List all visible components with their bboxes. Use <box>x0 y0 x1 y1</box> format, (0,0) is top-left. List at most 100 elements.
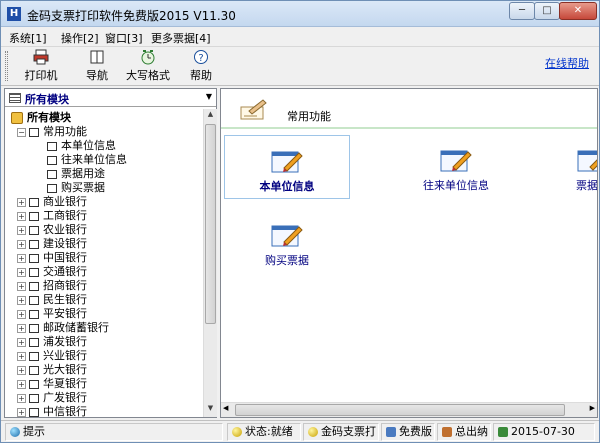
tree-node-bank[interactable]: + 兴业银行 <box>17 349 87 363</box>
tree-node-bank[interactable]: + 工商银行 <box>17 209 87 223</box>
online-help-link[interactable]: 在线帮助 <box>545 55 589 71</box>
chevron-down-icon[interactable]: ▼ <box>206 92 212 101</box>
expand-icon[interactable]: + <box>17 393 26 403</box>
content-header: 常用功能 <box>221 89 597 129</box>
tree-node-bank[interactable]: + 光大银行 <box>17 363 87 377</box>
expand-icon[interactable]: + <box>17 351 26 361</box>
node-icon <box>29 407 39 417</box>
close-button[interactable]: ✕ <box>559 2 597 20</box>
tree-node-bank[interactable]: + 华夏银行 <box>17 377 87 391</box>
expand-icon[interactable]: + <box>17 239 26 249</box>
tree-node-bank[interactable]: + 商业银行 <box>17 195 87 209</box>
toolbar: 打印机 导航 大写格式 ? 帮助 在线帮助 <box>1 46 599 86</box>
minimize-button[interactable]: ─ <box>509 2 535 20</box>
node-icon <box>29 211 39 221</box>
globe-icon <box>10 427 20 437</box>
expand-icon[interactable]: + <box>17 309 26 319</box>
node-icon <box>47 141 57 151</box>
tree-root[interactable]: 所有模块 <box>11 111 71 125</box>
module-partner-info[interactable]: 往来单位信息 <box>393 135 519 199</box>
expand-icon[interactable]: + <box>17 197 26 207</box>
expand-icon[interactable]: + <box>17 337 26 347</box>
tree-node-label: 浦发银行 <box>43 335 87 348</box>
expand-icon[interactable]: + <box>17 407 26 417</box>
printer-button[interactable]: 打印机 <box>21 49 61 83</box>
tree-leaf[interactable]: 本单位信息 <box>47 139 116 153</box>
status-product: 金码支票打 <box>303 423 379 441</box>
tree-node-label: 常用功能 <box>43 125 87 138</box>
menu-window[interactable]: 窗口[3] <box>105 30 143 46</box>
tree-node-bank[interactable]: + 广发银行 <box>17 391 87 405</box>
scroll-left-icon[interactable]: ◀ <box>223 404 228 412</box>
maximize-button[interactable]: □ <box>534 2 560 20</box>
node-icon <box>29 393 39 403</box>
node-icon <box>29 295 39 305</box>
expand-icon[interactable]: + <box>17 379 26 389</box>
tree-leaf[interactable]: 购买票据 <box>47 181 105 195</box>
node-icon <box>29 337 39 347</box>
tree-node-label: 中国银行 <box>43 251 87 264</box>
module-label: 票据用途 <box>576 179 597 192</box>
status-edition: 免费版 <box>381 423 435 441</box>
edit-document-icon <box>271 225 303 247</box>
node-icon <box>47 183 57 193</box>
tree-node-bank[interactable]: + 交通银行 <box>17 265 87 279</box>
tree-node-bank[interactable]: + 民生银行 <box>17 293 87 307</box>
menu-operation[interactable]: 操作[2] <box>61 30 99 46</box>
module-company-info[interactable]: 本单位信息 <box>224 135 350 199</box>
node-icon <box>29 253 39 263</box>
scroll-down-icon[interactable]: ▼ <box>205 404 216 416</box>
module-bill-purpose[interactable]: 票据用途 <box>562 135 597 199</box>
module-combo[interactable]: 所有模块 ▼ <box>5 89 216 107</box>
toolbar-grip[interactable] <box>5 51 8 81</box>
expand-icon[interactable]: + <box>17 225 26 235</box>
tree-node-bank[interactable]: + 邮政储蓄银行 <box>17 321 109 335</box>
module-tree-panel: 所有模块 ▼ 所有模块 − 常用功能 本单位信息 往来单位信息 票据用途 购买票据… <box>4 88 217 418</box>
menu-more-bills[interactable]: 更多票据[4] <box>151 30 211 46</box>
tree-node-bank[interactable]: + 中信银行 <box>17 405 87 417</box>
menu-bar: 系统[1] 操作[2] 窗口[3] 更多票据[4] <box>1 28 599 45</box>
scrollbar-thumb[interactable] <box>205 124 216 324</box>
scrollbar-thumb[interactable] <box>235 404 565 416</box>
tree-node-label: 华夏银行 <box>43 377 87 390</box>
tree-node-bank[interactable]: + 浦发银行 <box>17 335 87 349</box>
tree-node-bank[interactable]: + 平安银行 <box>17 307 87 321</box>
tree-scrollbar[interactable]: ▲ ▼ <box>203 109 217 417</box>
menu-system[interactable]: 系统[1] <box>9 30 47 46</box>
content-header-title: 常用功能 <box>287 110 331 123</box>
tree-node-bank[interactable]: + 中国银行 <box>17 251 87 265</box>
tree-node-bank[interactable]: + 建设银行 <box>17 237 87 251</box>
node-icon <box>29 351 39 361</box>
expand-icon[interactable]: + <box>17 267 26 277</box>
collapse-icon[interactable]: − <box>17 127 26 137</box>
status-light-icon <box>232 427 242 437</box>
expand-icon[interactable]: + <box>17 323 26 333</box>
expand-icon[interactable]: + <box>17 365 26 375</box>
content-scrollbar[interactable]: ◀ ▶ <box>221 402 597 417</box>
tree-node-label: 商业银行 <box>43 195 87 208</box>
expand-icon[interactable]: + <box>17 281 26 291</box>
expand-icon[interactable]: + <box>17 295 26 305</box>
navigation-button[interactable]: 导航 <box>79 49 115 83</box>
tree-node-label: 兴业银行 <box>43 349 87 362</box>
tree-leaf[interactable]: 票据用途 <box>47 167 105 181</box>
uppercase-format-button[interactable]: 大写格式 <box>123 49 173 83</box>
expand-icon[interactable]: + <box>17 253 26 263</box>
module-buy-bills[interactable]: 购买票据 <box>224 210 350 274</box>
writing-hand-icon <box>240 99 267 120</box>
tree-node-bank[interactable]: + 招商银行 <box>17 279 87 293</box>
scroll-up-icon[interactable]: ▲ <box>205 110 216 122</box>
tree-node-bank[interactable]: + 农业银行 <box>17 223 87 237</box>
coin-icon <box>308 427 318 437</box>
tree-leaf[interactable]: 往来单位信息 <box>47 153 127 167</box>
tree-node-common[interactable]: − 常用功能 <box>17 125 87 139</box>
expand-icon[interactable]: + <box>17 211 26 221</box>
scroll-right-icon[interactable]: ▶ <box>590 404 595 412</box>
help-button[interactable]: ? 帮助 <box>185 49 217 83</box>
tree-leaf-label: 往来单位信息 <box>61 153 127 166</box>
tree-node-label: 农业银行 <box>43 223 87 236</box>
module-label: 本单位信息 <box>259 180 315 193</box>
status-cashier: 总出纳 <box>437 423 491 441</box>
module-content-panel: 常用功能 本单位信息 往来单位信息 票据用途 购买票据 ◀ ▶ <box>220 88 598 418</box>
book-icon <box>90 50 104 64</box>
